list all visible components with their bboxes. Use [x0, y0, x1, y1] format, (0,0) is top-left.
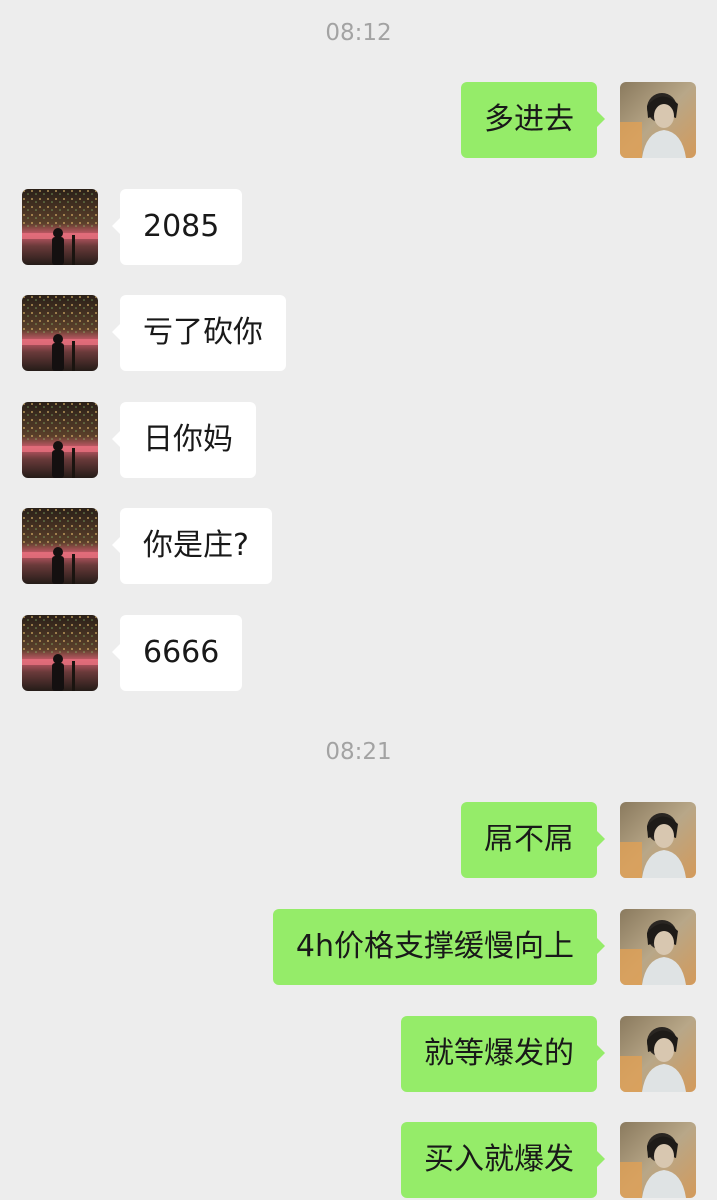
received-message-bubble[interactable]: 你是庄? [112, 508, 272, 584]
self-avatar[interactable] [620, 1016, 696, 1092]
sent-message-bubble[interactable]: 买入就爆发 [401, 1122, 605, 1198]
timestamp: 08:21 [325, 739, 392, 765]
received-message-bubble[interactable]: 亏了砍你 [112, 295, 286, 371]
message-row[interactable]: 买入就爆发 [0, 1122, 717, 1198]
contact-avatar[interactable] [22, 189, 98, 265]
contact-avatar[interactable] [22, 508, 98, 584]
message-row[interactable]: 亏了砍你 [0, 295, 717, 371]
message-row[interactable]: 日你妈 [0, 402, 717, 478]
received-message-bubble[interactable]: 日你妈 [112, 402, 256, 478]
contact-avatar[interactable] [22, 402, 98, 478]
message-row[interactable]: 你是庄? [0, 508, 717, 584]
sent-message-bubble[interactable]: 多进去 [461, 82, 605, 158]
sent-message-bubble[interactable]: 就等爆发的 [401, 1016, 605, 1092]
message-row[interactable]: 4h价格支撑缓慢向上 [0, 909, 717, 985]
contact-avatar[interactable] [22, 295, 98, 371]
message-row[interactable]: 屌不屌 [0, 802, 717, 878]
chat-area[interactable]: 08:12 多进去 2085 亏了砍你 日你妈 你是庄? 6666 08:21 … [0, 0, 717, 1200]
self-avatar[interactable] [620, 82, 696, 158]
message-row[interactable]: 就等爆发的 [0, 1016, 717, 1092]
received-message-bubble[interactable]: 6666 [111, 615, 243, 691]
self-avatar[interactable] [620, 1122, 696, 1198]
message-row[interactable]: 多进去 [0, 82, 717, 158]
self-avatar[interactable] [620, 802, 696, 878]
message-row[interactable]: 2085 [0, 189, 717, 265]
contact-avatar[interactable] [22, 615, 98, 691]
received-message-bubble[interactable]: 2085 [111, 189, 243, 265]
sent-message-bubble[interactable]: 4h价格支撑缓慢向上 [272, 909, 606, 985]
self-avatar[interactable] [620, 909, 696, 985]
timestamp: 08:12 [325, 20, 392, 46]
message-row[interactable]: 6666 [0, 615, 717, 691]
sent-message-bubble[interactable]: 屌不屌 [461, 802, 605, 878]
